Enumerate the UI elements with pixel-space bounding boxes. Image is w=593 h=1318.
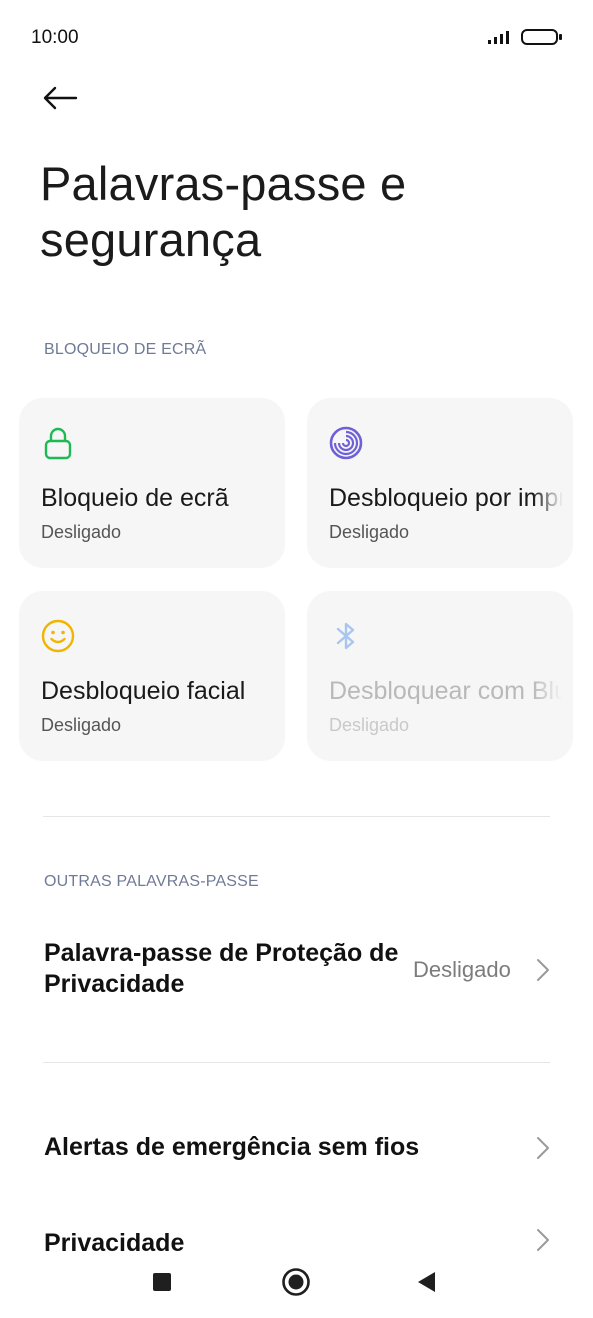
- section-header-other-passwords: OUTRAS PALAVRAS-PASSE: [44, 873, 259, 890]
- text-fade: [533, 398, 573, 568]
- section-header-screen-lock: BLOQUEIO DE ECRÃ: [44, 341, 207, 358]
- text-fade: [245, 591, 285, 761]
- chevron-right-icon: [537, 959, 549, 981]
- card-title: Bloqueio de ecrã: [41, 484, 229, 512]
- row-emergency-alerts[interactable]: Alertas de emergência sem fios: [0, 1112, 593, 1182]
- triangle-back-icon: [418, 1272, 435, 1292]
- page-title: Palavras-passe e segurança: [40, 157, 407, 266]
- navigation-bar: [0, 1248, 593, 1318]
- fingerprint-icon: [329, 426, 363, 460]
- chevron-right-icon: [537, 1137, 549, 1159]
- divider: [43, 1062, 550, 1063]
- divider: [43, 816, 550, 817]
- row-title: Alertas de emergência sem fios: [44, 1133, 420, 1161]
- card-status: Desligado: [41, 522, 122, 542]
- square-icon: [153, 1273, 171, 1291]
- face-icon: [41, 619, 75, 653]
- bluetooth-icon: [336, 622, 355, 650]
- row-title: Palavra-passe de Proteção de Privacidade: [44, 939, 399, 998]
- arrow-left-icon: [43, 86, 78, 110]
- back-button[interactable]: [404, 1260, 448, 1304]
- card-title: Desbloqueio facial: [41, 677, 246, 705]
- row-privacy-protection-password[interactable]: Palavra-passe de Proteção de Privacidade…: [0, 925, 593, 1015]
- home-circle-icon: [282, 1268, 310, 1296]
- text-fade: [533, 591, 573, 761]
- row-value: Desligado: [413, 957, 511, 982]
- status-time: 10:00: [31, 27, 79, 48]
- signal-icon: [488, 31, 509, 44]
- battery-icon: [521, 29, 562, 45]
- row-privacy[interactable]: Privacidade: [0, 1212, 593, 1252]
- card-fingerprint-unlock[interactable]: Desbloqueio por impressão digital Deslig…: [307, 398, 573, 568]
- card-status: Desligado: [41, 715, 122, 735]
- card-face-unlock[interactable]: Desbloqueio facial Desligado: [19, 591, 285, 761]
- card-status: Desligado: [329, 522, 410, 542]
- card-bluetooth-unlock[interactable]: Desbloquear com Bluetooth Desligado: [307, 591, 573, 761]
- recents-button[interactable]: [140, 1260, 184, 1304]
- back-arrow-button[interactable]: [38, 78, 82, 118]
- status-bar: 10:00: [0, 0, 593, 76]
- card-status: Desligado: [329, 715, 410, 735]
- home-button[interactable]: [274, 1260, 318, 1304]
- lock-icon: [44, 427, 72, 460]
- card-screen-lock[interactable]: Bloqueio de ecrã Desligado: [19, 398, 285, 568]
